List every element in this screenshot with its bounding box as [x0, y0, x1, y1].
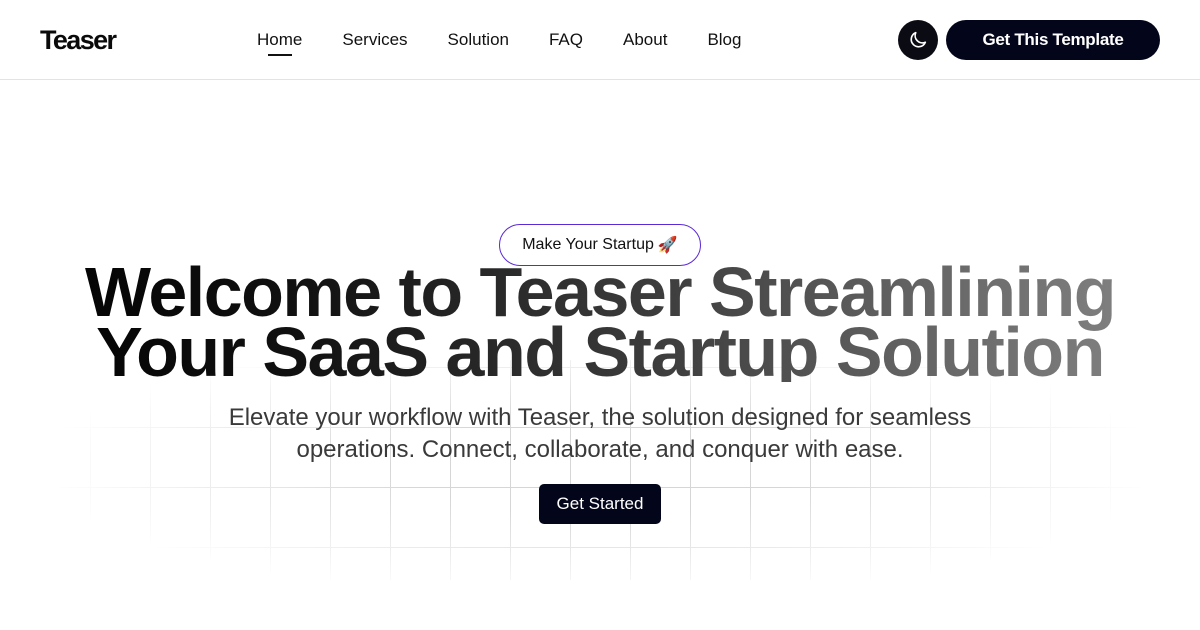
main-nav: Home Services Solution FAQ About Blog	[257, 29, 741, 56]
hero-grid-background	[60, 360, 1140, 580]
hero-headline-line-2: Your SaaS and Startup Solution	[96, 313, 1104, 391]
nav-item-services[interactable]: Services	[342, 29, 407, 51]
hero-badge-text: Make Your Startup	[522, 236, 654, 253]
hero-headline: Welcome to Teaser Streamlining Your SaaS…	[0, 262, 1200, 382]
nav-item-about[interactable]: About	[623, 29, 667, 51]
site-header: Teaser Home Services Solution FAQ About …	[0, 0, 1200, 80]
hero-subtitle-line-2: operations. Connect, collaborate, and co…	[296, 436, 904, 463]
hero-subtitle: Elevate your workflow with Teaser, the s…	[200, 402, 1000, 466]
moon-icon	[910, 31, 927, 48]
logo[interactable]: Teaser	[40, 24, 117, 56]
hero-subtitle-line-1: Elevate your workflow with Teaser, the s…	[228, 404, 972, 431]
get-template-button[interactable]: Get This Template	[946, 20, 1160, 60]
landing-page: Teaser Home Services Solution FAQ About …	[0, 0, 1200, 630]
nav-item-home[interactable]: Home	[257, 29, 302, 56]
get-started-button[interactable]: Get Started	[539, 484, 661, 524]
theme-toggle-button[interactable]	[898, 20, 938, 60]
rocket-icon: 🚀	[657, 237, 678, 254]
nav-item-faq[interactable]: FAQ	[549, 29, 583, 51]
nav-item-blog[interactable]: Blog	[707, 29, 741, 51]
nav-item-solution[interactable]: Solution	[448, 29, 509, 51]
